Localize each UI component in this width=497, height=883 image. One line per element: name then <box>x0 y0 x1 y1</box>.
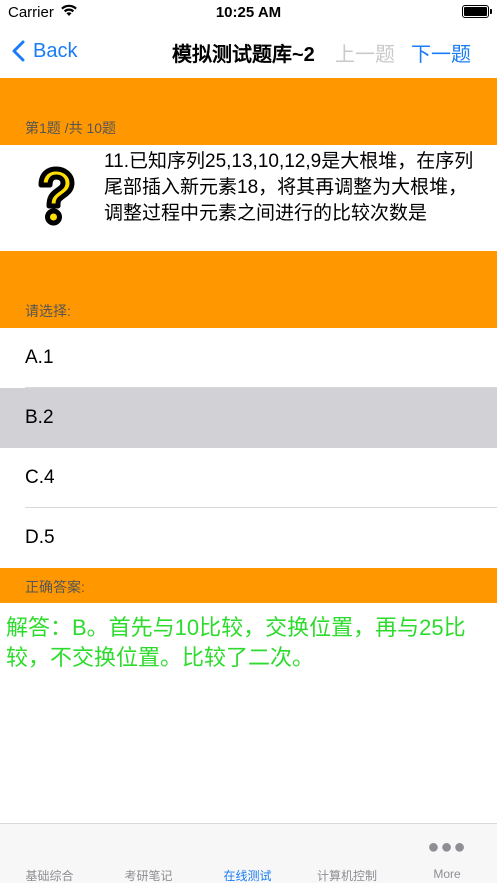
tab-label: 在线测试 <box>223 869 272 883</box>
choices-header-band: 请选择: <box>0 251 497 328</box>
option-label: D.5 <box>25 527 55 548</box>
answer-explanation: 解答：B。首先与10比较，交换位置，再与25比较，不交换位置。比较了二次。 <box>6 615 466 670</box>
option-b[interactable]: B.2 <box>0 388 497 448</box>
back-button-label: Back <box>33 39 78 62</box>
page-title: 模拟测试题库~2 <box>172 44 315 66</box>
option-d[interactable]: D.5 <box>0 508 497 568</box>
option-a[interactable]: A.1 <box>0 328 497 388</box>
question-mark-icon <box>27 165 83 232</box>
previous-question-button[interactable]: 上一题 <box>335 38 395 67</box>
tab-computer-control[interactable]: 计算机控制 <box>297 824 397 883</box>
tab-online-test[interactable]: 在线测试 <box>198 824 297 883</box>
choices-header: 请选择: <box>25 303 71 319</box>
battery-icon <box>462 5 492 18</box>
chevron-left-icon <box>12 40 25 62</box>
tab-basics[interactable]: 基础综合 <box>0 824 99 883</box>
answer-header-band: 正确答案: <box>0 568 497 603</box>
tab-label: 计算机控制 <box>316 869 377 883</box>
question-row: 11.已知序列25,13,10,12,9是大根堆，在序列尾部插入新元素18，将其… <box>0 145 497 251</box>
status-time: 10:25 AM <box>215 4 282 21</box>
tab-bar: 基础综合 考研笔记 在线测试 计算机控制 ●●● More <box>0 823 497 883</box>
more-dots-icon: ●●● <box>427 836 467 858</box>
navigation-bar: Back 模拟测试题库~2 上一题 下一题 <box>0 24 497 78</box>
question-counter-band: 第1题 /共 10题 <box>0 78 497 145</box>
tab-label: 基础综合 <box>25 869 74 883</box>
tab-more[interactable]: ●●● More <box>397 824 497 883</box>
question-counter: 第1题 /共 10题 <box>25 120 117 136</box>
status-bar: Carrier 10:25 AM <box>0 0 497 24</box>
back-button[interactable]: Back <box>12 36 77 66</box>
option-c[interactable]: C.4 <box>0 448 497 508</box>
option-label: A.1 <box>25 347 54 368</box>
question-text: 11.已知序列25,13,10,12,9是大根堆，在序列尾部插入新元素18，将其… <box>104 151 474 224</box>
tab-label: More <box>433 867 461 881</box>
option-label: C.4 <box>25 467 55 488</box>
tab-notes[interactable]: 考研笔记 <box>99 824 198 883</box>
tab-label: 考研笔记 <box>124 869 173 883</box>
next-question-button[interactable]: 下一题 <box>411 38 471 67</box>
option-label: B.2 <box>25 407 54 428</box>
answer-header: 正确答案: <box>25 579 85 595</box>
